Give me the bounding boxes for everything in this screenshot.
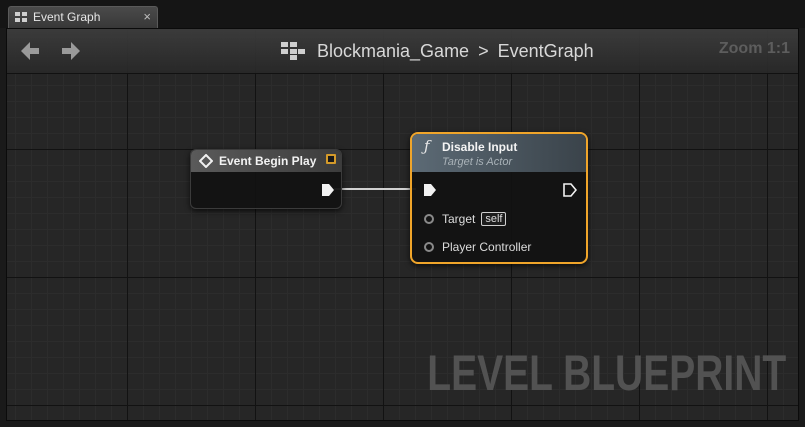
graph-editor-panel[interactable]: Blockmania_Game > EventGraph Zoom 1:1 LE… <box>6 28 799 421</box>
player-controller-pin-row[interactable]: Player Controller <box>424 238 531 256</box>
target-pin-label: Target <box>442 212 476 226</box>
disable-input-title: Disable Input <box>442 140 518 154</box>
tab-label: Event Graph <box>33 10 101 24</box>
player-controller-pin[interactable] <box>424 242 434 252</box>
event-begin-play-header: Event Begin Play <box>191 150 341 172</box>
exec-out-pin[interactable] <box>321 183 335 197</box>
exec-in-pin[interactable] <box>423 183 437 197</box>
disable-input-node[interactable]: ƒ Disable Input Target is Actor Target s… <box>410 132 588 264</box>
player-controller-pin-label: Player Controller <box>442 240 532 254</box>
exec-then-pin[interactable] <box>563 183 577 197</box>
disable-input-subtitle: Target is Actor <box>442 156 513 168</box>
event-begin-play-title: Event Begin Play <box>219 154 317 168</box>
target-pin-row[interactable]: Target self <box>424 210 507 228</box>
graph-tab-icon <box>15 12 27 22</box>
exec-wire <box>333 187 416 191</box>
target-pin[interactable] <box>424 214 434 224</box>
tab-event-graph[interactable]: Event Graph × <box>8 6 158 28</box>
disable-input-header: ƒ Disable Input Target is Actor <box>412 134 586 172</box>
event-begin-play-node[interactable]: Event Begin Play <box>190 149 342 209</box>
delegate-pin[interactable] <box>326 154 336 164</box>
target-default-value[interactable]: self <box>481 212 507 226</box>
tab-strip: Event Graph × <box>0 0 805 28</box>
function-icon: ƒ <box>424 137 430 155</box>
close-icon[interactable]: × <box>143 9 151 24</box>
event-diamond-icon <box>199 154 213 168</box>
